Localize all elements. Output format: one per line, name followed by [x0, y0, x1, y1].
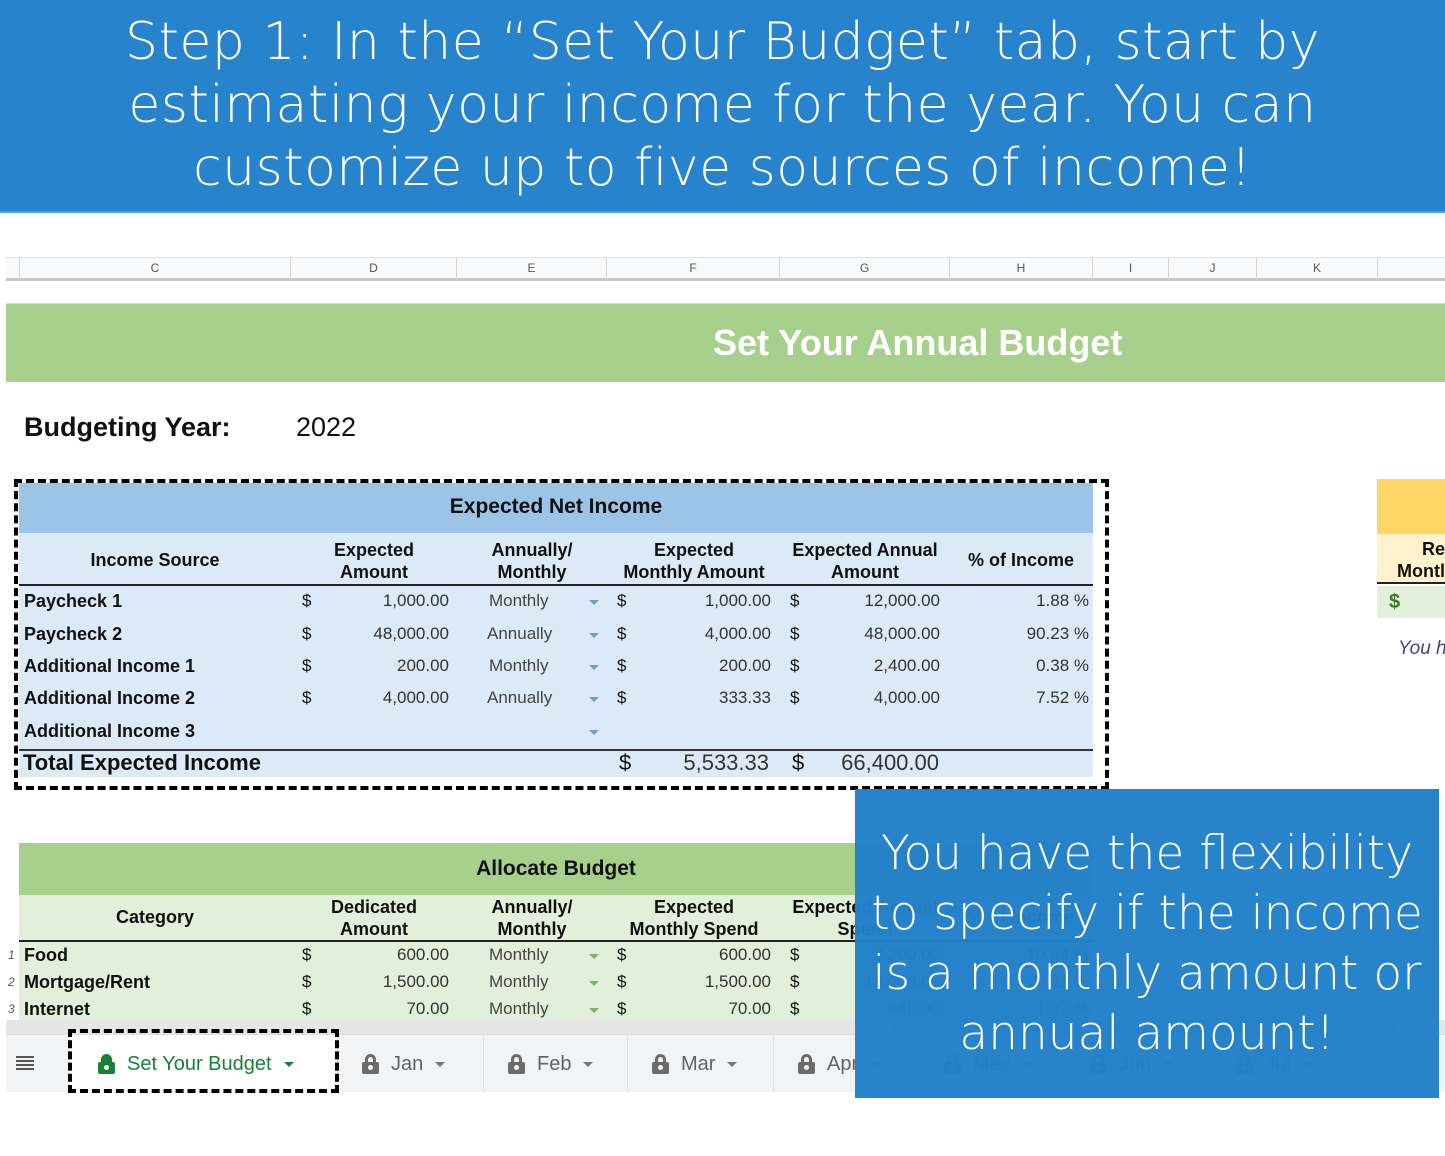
header-dedicated-amount: Dedicated Amount	[299, 896, 449, 940]
callout-box: You have the flexibility to specify if t…	[855, 789, 1439, 1098]
currency-symbol: $	[790, 999, 800, 1018]
column-header-j[interactable]: J	[1169, 258, 1257, 279]
column-header-i[interactable]: I	[1093, 258, 1169, 279]
budgeting-year-value[interactable]: 2022	[296, 412, 356, 443]
frequency-dropdown[interactable]: Monthly	[489, 971, 549, 993]
highlight-box-income	[14, 479, 1109, 790]
column-header-c[interactable]: C	[20, 258, 291, 279]
lock-icon	[362, 1054, 379, 1074]
sheet-title-bar: Set Your Annual Budget	[6, 303, 1445, 382]
budgeting-year-label: Budgeting Year:	[24, 412, 231, 442]
highlight-box-tab	[68, 1029, 339, 1093]
row-number: 2	[8, 975, 15, 989]
header-text: Expected	[653, 897, 735, 917]
category-name[interactable]: Internet	[24, 998, 90, 1020]
instruction-text: Step 1: In the “Set Your Budget” tab, st…	[125, 12, 1320, 198]
currency-symbol: $	[790, 972, 800, 991]
tab-mar[interactable]: Mar	[628, 1035, 774, 1093]
header-monthly-spend: Expected Monthly Spend	[609, 896, 779, 940]
header-category: Category	[115, 907, 195, 927]
tutorial-slide: Step 1: In the “Set Your Budget” tab, st…	[0, 0, 1445, 1156]
header-text: Montl	[1397, 561, 1445, 581]
column-header-d[interactable]: D	[291, 258, 457, 279]
tab-label: Apr	[827, 1052, 859, 1075]
row-number: 3	[8, 1002, 15, 1016]
header-text: Re	[1421, 539, 1445, 559]
tab-label: Feb	[537, 1052, 572, 1075]
monthly-spend: 600.00	[719, 945, 771, 964]
chevron-down-icon[interactable]	[589, 954, 599, 959]
chevron-down-icon[interactable]	[727, 1061, 738, 1067]
currency-symbol: $	[302, 972, 312, 991]
tab-label: Mar	[681, 1052, 716, 1075]
column-header-row: C D E F G H I J K	[6, 257, 1445, 281]
summary-note: You h	[1398, 638, 1445, 659]
header-text: Monthly Spend	[629, 919, 759, 939]
category-name[interactable]: Mortgage/Rent	[24, 971, 150, 993]
currency-symbol: $	[617, 972, 627, 991]
row-number: 1	[8, 948, 15, 962]
dedicated-amount[interactable]: 600.00	[319, 944, 449, 966]
chevron-down-icon[interactable]	[435, 1061, 446, 1067]
header-text: Dedicated	[330, 897, 418, 917]
summary-column-header: Re Montl	[1377, 534, 1445, 584]
category-name[interactable]: Food	[24, 944, 68, 966]
tab-feb[interactable]: Feb	[484, 1035, 628, 1093]
column-header-b[interactable]	[6, 258, 20, 279]
summary-header-bar	[1377, 479, 1445, 534]
tab-label: Jan	[391, 1052, 424, 1075]
summary-value: $	[1377, 586, 1445, 618]
currency-symbol: $	[617, 999, 627, 1018]
chevron-down-icon[interactable]	[589, 981, 599, 986]
dedicated-amount[interactable]: 70.00	[319, 998, 449, 1020]
chevron-down-icon[interactable]	[583, 1061, 594, 1067]
sheet-title: Set Your Annual Budget	[713, 322, 1123, 363]
column-header-e[interactable]: E	[457, 258, 607, 279]
column-header-h[interactable]: H	[950, 258, 1093, 279]
currency-symbol: $	[617, 945, 627, 964]
all-sheets-menu-icon[interactable]	[16, 1056, 34, 1072]
instruction-banner: Step 1: In the “Set Your Budget” tab, st…	[0, 0, 1445, 213]
column-header-g[interactable]: G	[780, 258, 950, 279]
tab-jan[interactable]: Jan	[338, 1035, 484, 1093]
monthly-spend: 70.00	[728, 999, 771, 1018]
lock-icon	[652, 1054, 669, 1074]
header-text: Annually/	[491, 897, 573, 917]
lock-icon	[798, 1054, 815, 1074]
header-frequency: Annually/Monthly	[457, 896, 607, 940]
currency-symbol: $	[790, 945, 800, 964]
header-text: Monthly	[497, 919, 567, 939]
dedicated-amount[interactable]: 1,500.00	[319, 971, 449, 993]
chevron-down-icon[interactable]	[589, 1008, 599, 1013]
lock-icon	[508, 1054, 525, 1074]
column-header-k[interactable]: K	[1257, 258, 1378, 279]
monthly-spend: 1,500.00	[704, 972, 771, 991]
currency-symbol: $	[302, 945, 312, 964]
callout-text: You have the flexibility to specify if t…	[871, 825, 1423, 1061]
currency-symbol: $	[302, 999, 312, 1018]
frequency-dropdown[interactable]: Monthly	[489, 998, 549, 1020]
column-header-f[interactable]: F	[607, 258, 780, 279]
header-text: Amount	[340, 919, 408, 939]
frequency-dropdown[interactable]: Monthly	[489, 944, 549, 966]
